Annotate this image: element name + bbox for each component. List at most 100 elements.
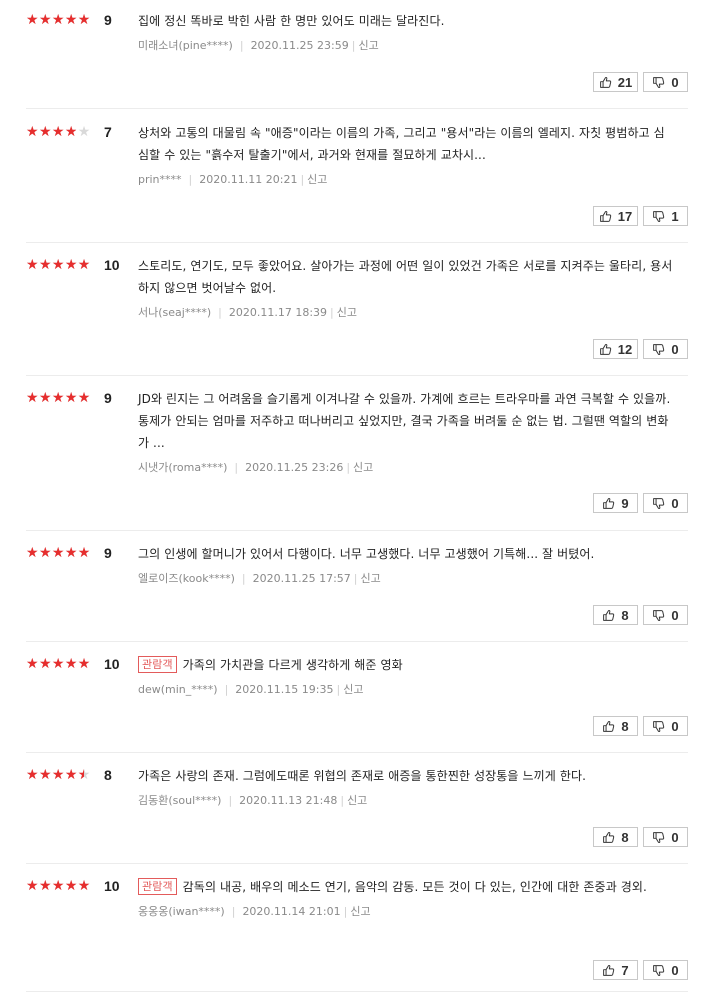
rating-score: 10 [104,656,120,672]
divider: | [343,905,348,918]
rating-score: 10 [104,878,120,894]
divider: | [336,683,341,696]
dislike-button[interactable]: 0 [643,827,688,847]
report-link[interactable]: 신고 [347,794,367,807]
thumbs-up-icon [599,343,612,356]
divider: | [353,572,358,585]
dislike-button[interactable]: 0 [643,72,688,92]
review-meta: dew(min_****) | 2020.11.15 19:35 | 신고 [138,682,673,698]
like-count: 8 [621,607,629,623]
rating-score: 7 [104,124,112,140]
review-author[interactable]: 엘로이즈(kook****) [138,572,235,585]
divider: | [228,794,233,807]
dislike-count: 0 [671,341,679,357]
like-count: 17 [617,208,633,224]
star-rating-icon: ★★★★★ ★★★★★ [26,12,91,28]
vote-buttons: 8 0 [593,827,688,847]
divider: | [300,173,305,186]
review-date: 2020.11.13 21:48 [239,794,338,807]
thumbs-down-icon [652,76,665,89]
like-button[interactable]: 9 [593,493,638,513]
like-button[interactable]: 8 [593,716,638,736]
review-body: 감독의 내공, 배우의 메소드 연기, 음악의 감동. 모든 것이 다 있는, … [182,880,647,894]
like-count: 7 [621,962,629,978]
divider: | [218,306,222,319]
review-date: 2020.11.25 23:26 [245,461,344,474]
review-author[interactable]: 김동환(soul****) [138,794,221,807]
review-author[interactable]: 서나(seaj****) [138,306,211,319]
star-rating-icon: ★★★★★ ★★★★★ [26,545,91,561]
review-item: ★★★★★ ★★★★★ 7 상처와 고통의 대물림 속 "애증"이라는 이름의 … [26,122,688,243]
dislike-count: 0 [671,829,679,845]
star-rating-icon: ★★★★★ ★★★★★ [26,656,91,672]
divider: | [351,39,356,52]
dislike-button[interactable]: 0 [643,960,688,980]
thumbs-down-icon [652,720,665,733]
report-link[interactable]: 신고 [343,683,363,696]
dislike-button[interactable]: 0 [643,605,688,625]
like-button[interactable]: 7 [593,960,638,980]
review-author[interactable]: prin**** [138,173,182,186]
report-link[interactable]: 신고 [307,173,327,186]
review-content: 상처와 고통의 대물림 속 "애증"이라는 이름의 가족, 그리고 "용서"라는… [138,122,673,188]
like-button[interactable]: 8 [593,827,638,847]
rating-score: 9 [104,545,112,561]
review-meta: 김동환(soul****) | 2020.11.13 21:48 | 신고 [138,793,673,809]
divider: | [188,173,193,186]
review-item: ★★★★★ ★★★★★ 10 관람객 가족의 가치관을 다르게 생각하게 해준 영… [26,654,688,753]
rating-score: 10 [104,257,120,273]
vote-buttons: 7 0 [593,960,688,980]
review-date: 2020.11.15 19:35 [235,683,334,696]
review-author[interactable]: dew(min_****) [138,683,218,696]
divider: | [224,683,229,696]
vote-buttons: 12 0 [593,339,688,359]
review-item: ★★★★★ ★★★★★ 9 JD와 린지는 그 어려움을 슬기롭게 이겨나갈 수… [26,388,688,531]
report-link[interactable]: 신고 [358,39,378,52]
like-button[interactable]: 8 [593,605,638,625]
review-item: ★★★★★ ★★★★★ 8 가족은 사랑의 존재. 그럼에도때론 위협의 존재로… [26,765,688,864]
thumbs-down-icon [652,210,665,223]
dislike-button[interactable]: 0 [643,716,688,736]
review-content: JD와 린지는 그 어려움을 슬기롭게 이겨나갈 수 있을까. 가계에 흐르는 … [138,388,673,476]
dislike-count: 0 [671,495,679,511]
rating: ★★★★★ ★★★★★ 10 [26,876,120,896]
report-link[interactable]: 신고 [350,905,370,918]
review-text: 스토리도, 연기도, 모두 좋았어요. 살아가는 과정에 어떤 일이 있었건 가… [138,255,673,299]
review-text: 관람객 가족의 가치관을 다르게 생각하게 해준 영화 [138,654,673,676]
review-author[interactable]: 옹옹옹(iwan****) [138,905,225,918]
report-link[interactable]: 신고 [361,572,381,585]
report-link[interactable]: 신고 [353,461,373,474]
rating: ★★★★★ ★★★★★ 9 [26,10,112,30]
review-meta: 엘로이즈(kook****) | 2020.11.25 17:57 | 신고 [138,571,673,587]
review-text: 상처와 고통의 대물림 속 "애증"이라는 이름의 가족, 그리고 "용서"라는… [138,122,673,166]
review-author[interactable]: 미래소녀(pine****) [138,39,233,52]
report-link[interactable]: 신고 [337,306,357,319]
like-button[interactable]: 12 [593,339,638,359]
rating: ★★★★★ ★★★★★ 10 [26,255,120,275]
review-date: 2020.11.25 23:59 [250,39,349,52]
thumbs-up-icon [602,497,615,510]
rating-score: 9 [104,390,112,406]
like-button[interactable]: 17 [593,206,638,226]
vote-buttons: 9 0 [593,493,688,513]
dislike-button[interactable]: 1 [643,206,688,226]
thumbs-up-icon [602,720,615,733]
review-text: JD와 린지는 그 어려움을 슬기롭게 이겨나갈 수 있을까. 가계에 흐르는 … [138,388,673,454]
thumbs-down-icon [652,497,665,510]
review-item: ★★★★★ ★★★★★ 10 관람객 감독의 내공, 배우의 메소드 연기, 음악… [26,876,688,992]
review-author[interactable]: 시냇가(roma****) [138,461,227,474]
review-content: 가족은 사랑의 존재. 그럼에도때론 위협의 존재로 애증을 통한찐한 성장통을… [138,765,673,809]
dislike-button[interactable]: 0 [643,339,688,359]
like-button[interactable]: 21 [593,72,638,92]
rating: ★★★★★ ★★★★★ 10 [26,654,120,674]
dislike-count: 0 [671,607,679,623]
dislike-button[interactable]: 0 [643,493,688,513]
vote-buttons: 17 1 [593,206,688,226]
review-body: 가족의 가치관을 다르게 생각하게 해준 영화 [182,658,403,672]
review-meta: 서나(seaj****) | 2020.11.17 18:39 | 신고 [138,305,673,321]
review-content: 집에 정신 똑바로 박힌 사람 한 명만 있어도 미래는 달라진다. 미래소녀(… [138,10,673,54]
dislike-count: 1 [671,208,679,224]
thumbs-up-icon [599,210,612,223]
thumbs-down-icon [652,831,665,844]
review-content: 관람객 감독의 내공, 배우의 메소드 연기, 음악의 감동. 모든 것이 다 있… [138,876,673,920]
